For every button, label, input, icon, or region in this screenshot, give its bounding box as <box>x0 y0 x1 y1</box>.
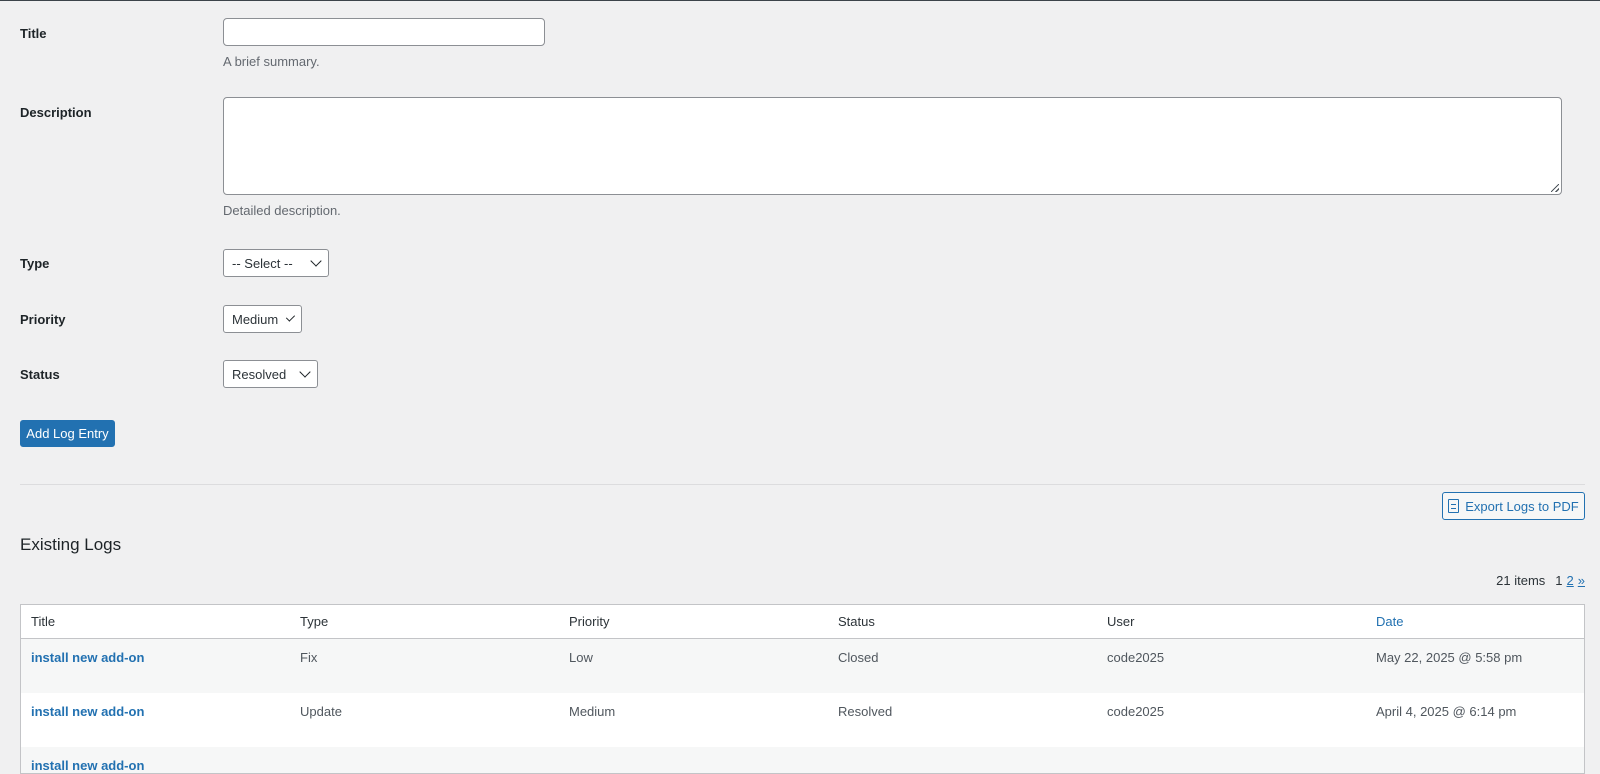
status-label: Status <box>20 367 60 382</box>
title-input[interactable] <box>223 18 545 46</box>
column-priority: Priority <box>569 614 610 629</box>
description-textarea[interactable] <box>223 97 1562 195</box>
add-log-entry-button[interactable]: Add Log Entry <box>20 420 115 447</box>
row-type: Update <box>300 704 342 719</box>
next-page-link[interactable]: » <box>1578 573 1585 588</box>
row-user: code2025 <box>1107 650 1165 665</box>
table-row: install new add-on <box>21 747 1584 773</box>
chevron-down-icon <box>286 312 296 322</box>
top-border <box>0 0 1600 1</box>
row-status: Resolved <box>838 704 893 719</box>
section-divider <box>20 484 1585 485</box>
row-date: May 22, 2025 @ 5:58 pm <box>1376 650 1523 665</box>
row-status: Closed <box>838 650 879 665</box>
column-status: Status <box>838 614 875 629</box>
status-select-value: Resolved <box>232 366 287 382</box>
column-type: Type <box>300 614 329 629</box>
type-select[interactable]: -- Select -- <box>223 249 329 277</box>
export-pdf-label: Export Logs to PDF <box>1465 498 1579 514</box>
priority-label: Priority <box>20 312 66 327</box>
chevron-down-icon <box>310 255 322 267</box>
logs-table: Title Type Priority Status User Date ins… <box>20 604 1585 774</box>
type-label: Type <box>20 256 50 271</box>
row-title-link[interactable]: install new add-on <box>21 758 290 773</box>
row-title-link[interactable]: install new add-on <box>21 650 290 665</box>
description-hint: Detailed description. <box>223 203 341 218</box>
table-row: install new add-on Update Medium Resolve… <box>21 693 1584 747</box>
status-select[interactable]: Resolved <box>223 360 318 388</box>
pagination: 21 items 1 2 » <box>1496 573 1585 588</box>
existing-logs-heading: Existing Logs <box>20 535 122 554</box>
description-label: Description <box>20 105 92 120</box>
row-type: Fix <box>300 650 318 665</box>
priority-select-value: Medium <box>232 311 279 327</box>
table-header: Title Type Priority Status User Date <box>21 605 1584 639</box>
table-row: install new add-on Fix Low Closed code20… <box>21 639 1584 693</box>
document-icon <box>1448 499 1460 513</box>
title-label: Title <box>20 26 47 41</box>
title-hint: A brief summary. <box>223 54 320 69</box>
chevron-down-icon <box>299 366 311 378</box>
type-select-value: -- Select -- <box>232 255 293 271</box>
resize-handle[interactable] <box>1551 184 1559 192</box>
priority-select[interactable]: Medium <box>223 305 302 333</box>
column-date-sort[interactable]: Date <box>1366 614 1584 629</box>
current-page: 1 <box>1555 573 1563 588</box>
column-title: Title <box>31 614 56 629</box>
page-2-link[interactable]: 2 <box>1567 573 1574 588</box>
row-priority: Medium <box>569 704 616 719</box>
item-count: 21 items <box>1496 573 1546 588</box>
column-user: User <box>1107 614 1135 629</box>
row-priority: Low <box>569 650 593 665</box>
row-title-link[interactable]: install new add-on <box>21 704 290 719</box>
export-pdf-button[interactable]: Export Logs to PDF <box>1442 492 1585 520</box>
row-date: April 4, 2025 @ 6:14 pm <box>1376 704 1517 719</box>
row-user: code2025 <box>1107 704 1165 719</box>
